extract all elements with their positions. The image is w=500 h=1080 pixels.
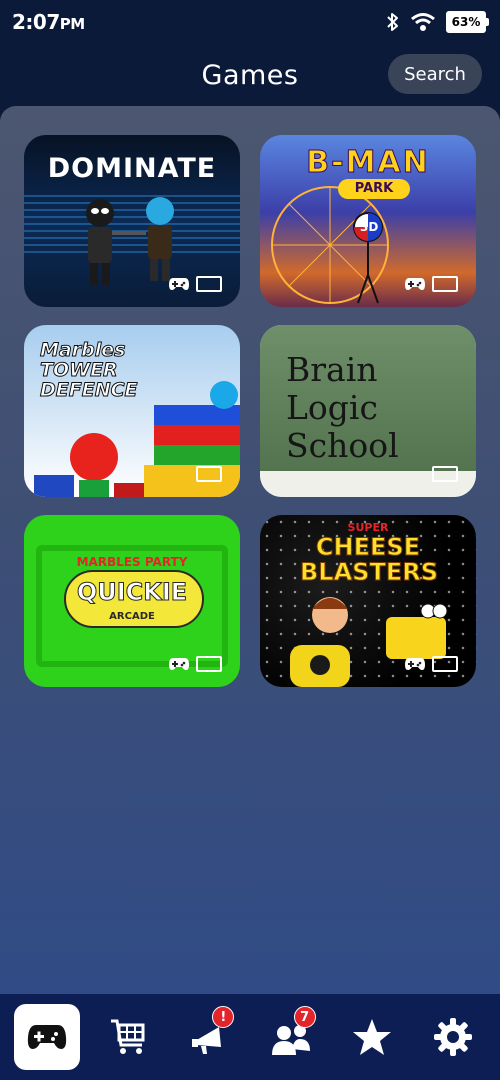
- notification-badge: !: [212, 1006, 235, 1028]
- nav-settings[interactable]: [420, 1004, 486, 1070]
- game-subtitle: ARCADE: [109, 611, 155, 622]
- game-title: Brain Logic School: [286, 350, 399, 465]
- nav-friends[interactable]: 7: [258, 1004, 324, 1070]
- bottom-nav: ! 7: [0, 994, 500, 1080]
- games-panel: DOMINATE B-MAN PARK 3D Marbles TOWER DEF…: [0, 106, 500, 994]
- nav-shop[interactable]: [95, 1004, 161, 1070]
- notification-badge: 7: [293, 1006, 316, 1028]
- game-title: B-MAN: [306, 145, 430, 181]
- battery-indicator: 63%: [446, 11, 489, 33]
- game-card-bman-park[interactable]: B-MAN PARK 3D: [260, 135, 476, 307]
- bluetooth-icon: [387, 13, 398, 31]
- platform-badges: [196, 466, 222, 482]
- wifi-icon: [411, 13, 435, 31]
- game-card-quickie-arcade[interactable]: MARBLES PARTY QUICKIE ARCADE: [24, 515, 240, 687]
- game-subtitle: PARK: [338, 179, 410, 199]
- game-title: QUICKIE: [76, 578, 188, 606]
- tv-icon: [432, 656, 458, 672]
- tv-icon: [196, 466, 222, 482]
- header: Games Search: [0, 44, 500, 106]
- battery-level: 63%: [451, 15, 481, 29]
- game-brand: MARBLES PARTY: [76, 555, 188, 569]
- games-grid: DOMINATE B-MAN PARK 3D Marbles TOWER DEF…: [24, 135, 476, 687]
- clock-time: 2:07: [12, 10, 60, 34]
- game-card-brain-logic-school[interactable]: Brain Logic School: [260, 325, 476, 497]
- game-card-dominate[interactable]: DOMINATE: [24, 135, 240, 307]
- gear-icon: [434, 1018, 473, 1056]
- star-icon: [352, 1019, 391, 1055]
- game-title: CHEESE BLASTERS: [300, 533, 439, 587]
- game-3d-badge: 3D: [360, 220, 379, 234]
- status-bar: 2:07PM 63%: [0, 0, 500, 44]
- game-card-super-cheese-blasters[interactable]: SUPER CHEESE BLASTERS: [260, 515, 476, 687]
- tv-icon: [432, 466, 458, 482]
- search-button[interactable]: Search: [388, 54, 482, 94]
- status-time: 2:07PM: [12, 10, 85, 34]
- platform-badges: [168, 276, 222, 292]
- gamepad-icon: [169, 278, 189, 290]
- status-icons: 63%: [386, 11, 489, 33]
- tv-icon: [196, 276, 222, 292]
- gamepad-icon: [169, 658, 189, 670]
- page-title: Games: [201, 59, 299, 91]
- gamepad-icon: [27, 1025, 66, 1049]
- platform-badges: [404, 276, 458, 292]
- tv-icon: [432, 276, 458, 292]
- gamepad-icon: [405, 658, 425, 670]
- game-title: Marbles TOWER DEFENCE: [40, 339, 139, 401]
- cart-icon: [110, 1019, 145, 1054]
- nav-announcements[interactable]: !: [176, 1004, 242, 1070]
- nav-favorites[interactable]: [339, 1004, 405, 1070]
- platform-badges: [404, 656, 458, 672]
- gamepad-icon: [405, 278, 425, 290]
- game-card-tower-defence[interactable]: Marbles TOWER DEFENCE: [24, 325, 240, 497]
- nav-games[interactable]: [13, 1004, 80, 1070]
- clock-period: PM: [59, 15, 85, 33]
- platform-badges: [168, 656, 222, 672]
- platform-badges: [432, 466, 458, 482]
- tv-icon: [196, 656, 222, 672]
